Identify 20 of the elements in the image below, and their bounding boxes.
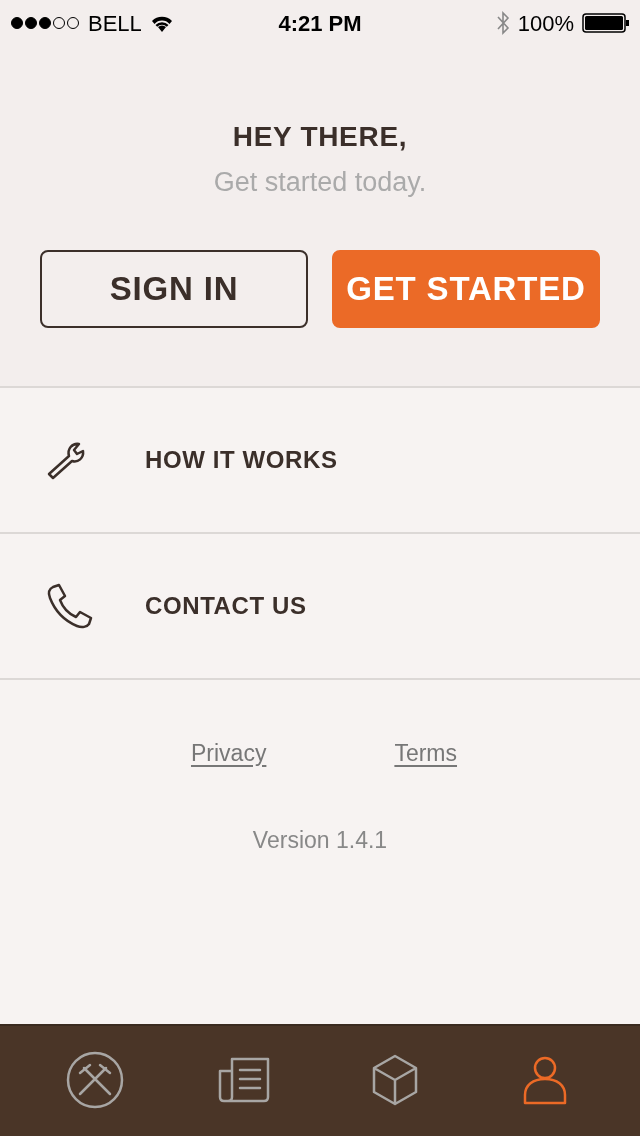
greeting-subtitle: Get started today. — [213, 166, 427, 199]
cube-icon — [372, 1054, 418, 1106]
battery-icon — [582, 13, 630, 33]
wifi-icon — [149, 14, 174, 32]
carrier-name: BELL — [88, 9, 142, 38]
clock-time: 4:21 PM — [277, 9, 363, 38]
menu-item[interactable]: CONTACT US — [0, 533, 640, 680]
crossed-hammers-icon — [66, 1051, 124, 1109]
menu-item[interactable]: HOW IT WORKS — [0, 387, 640, 534]
battery-percentage: 100% — [517, 9, 574, 38]
version-text: Version 1.4.1 — [251, 826, 389, 855]
signal-strength-icon — [10, 16, 80, 30]
footer-link[interactable]: Privacy — [191, 735, 267, 770]
bluetooth-icon — [495, 11, 510, 35]
person-icon — [523, 1055, 567, 1105]
phone-icon — [45, 582, 95, 629]
sign-in-button[interactable]: SIGN IN — [40, 249, 308, 328]
greeting-title: HEY THERE, — [232, 120, 408, 154]
footer-link[interactable]: Terms — [394, 735, 457, 770]
newspaper-icon — [218, 1057, 272, 1103]
